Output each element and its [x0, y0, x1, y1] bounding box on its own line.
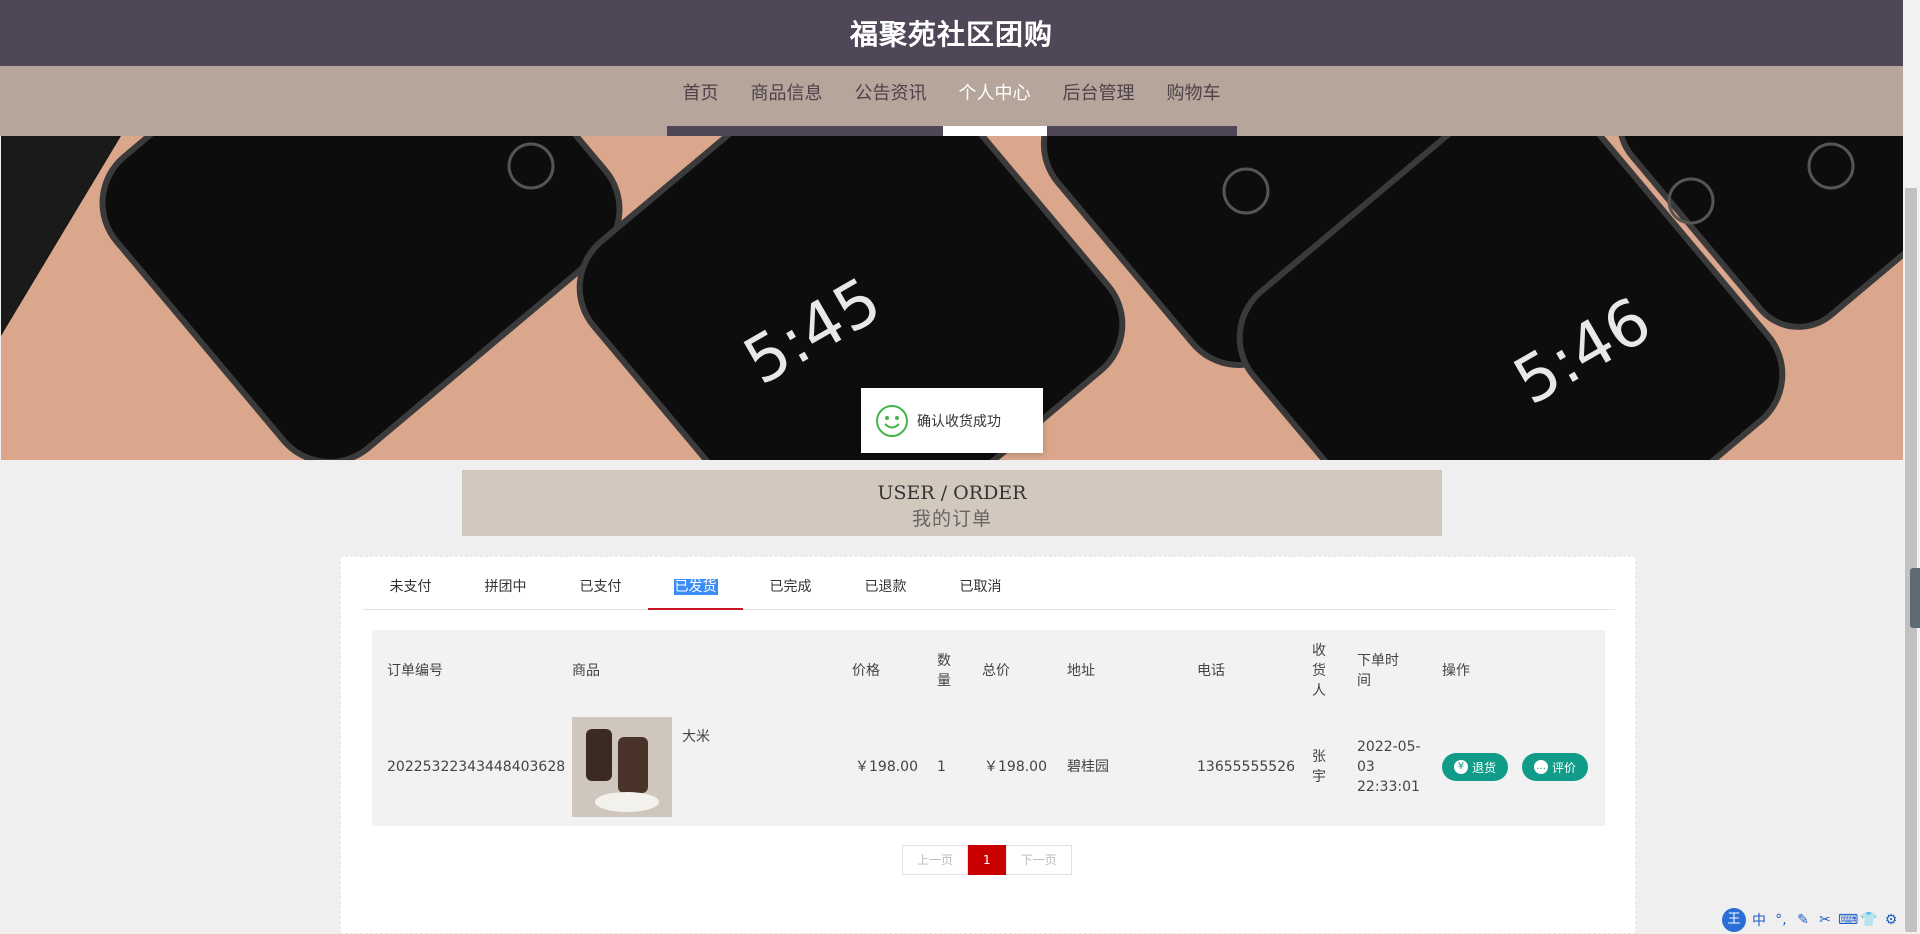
header-phone: 电话	[1197, 663, 1225, 679]
order-time-value: 2022-05-03 22:33:01	[1357, 739, 1421, 795]
price-value: ￥198.00	[855, 759, 918, 775]
product-name[interactable]: 大米	[682, 727, 710, 747]
ime-logo-icon[interactable]: 王	[1722, 908, 1746, 932]
site-title: 福聚苑社区团购	[849, 18, 1053, 51]
product-image[interactable]	[572, 717, 672, 817]
header-total: 总价	[982, 663, 1010, 679]
ime-chinese-icon[interactable]: 中	[1750, 910, 1768, 930]
ime-keyboard-icon[interactable]: ⌨	[1838, 912, 1858, 928]
nav-news[interactable]: 公告资讯	[838, 66, 943, 136]
site-header: 福聚苑社区团购	[0, 0, 1903, 66]
order-title-en: USER / ORDER	[877, 482, 1027, 504]
order-number: 20225322343448403628	[387, 759, 566, 775]
ime-scissors-icon[interactable]: ✂	[1816, 912, 1834, 928]
scrollbar-thumb[interactable]	[1905, 188, 1917, 932]
order-section-header: USER / ORDER 我的订单	[462, 470, 1442, 536]
ime-punctuation-icon[interactable]: °,	[1772, 912, 1790, 928]
header-address: 地址	[1067, 663, 1095, 679]
order-table: 订单编号 商品 价格 数量 总价 地址 电话 收货人 下单时间 操作 20225…	[372, 630, 1605, 826]
header-receiver: 收货人	[1312, 643, 1326, 699]
tab-cancelled[interactable]: 已取消	[933, 565, 1028, 609]
phone-value: 13655555526	[1197, 759, 1295, 775]
prev-page-button[interactable]: 上一页	[902, 845, 969, 875]
tab-shipped-label: 已发货	[673, 579, 718, 595]
ime-pen-icon[interactable]: ✎	[1794, 912, 1812, 928]
receiver-value: 张宇	[1312, 749, 1326, 785]
tab-shipped[interactable]: 已发货	[648, 565, 743, 610]
pagination: 上一页 1 下一页	[902, 845, 1072, 875]
order-title-cn: 我的订单	[911, 508, 992, 530]
address-value: 碧桂园	[1067, 759, 1109, 775]
nav-admin[interactable]: 后台管理	[1046, 66, 1151, 136]
order-card: 未支付 拼团中 已支付 已发货 已完成 已退款 已取消 订单编号 商品 价格 数…	[340, 556, 1636, 934]
refund-button[interactable]: ¥ 退货	[1442, 753, 1508, 781]
page-1-button[interactable]: 1	[968, 845, 1006, 875]
nav-cart[interactable]: 购物车	[1150, 66, 1237, 136]
order-tabs: 未支付 拼团中 已支付 已发货 已完成 已退款 已取消	[363, 565, 1615, 610]
tab-refunded[interactable]: 已退款	[838, 565, 933, 609]
ime-skin-icon[interactable]: 👕	[1860, 912, 1878, 928]
nav-products[interactable]: 商品信息	[734, 66, 839, 136]
nav-user-center[interactable]: 个人中心	[942, 66, 1047, 136]
header-actions: 操作	[1442, 663, 1470, 679]
tab-unpaid[interactable]: 未支付	[363, 565, 458, 609]
tab-paid[interactable]: 已支付	[553, 565, 648, 609]
smile-icon	[876, 404, 908, 437]
nav-home[interactable]: 首页	[666, 66, 735, 136]
yen-icon: ¥	[1453, 760, 1468, 774]
header-qty: 数量	[937, 653, 951, 689]
comment-icon: …	[1533, 760, 1548, 774]
side-panel-handle[interactable]	[1910, 568, 1920, 628]
main-nav: 首页 商品信息 公告资讯 个人中心 后台管理 购物车	[0, 66, 1903, 136]
toast-message: 确认收货成功	[861, 388, 1043, 453]
header-time: 下单时间	[1357, 653, 1399, 689]
qty-value: 1	[937, 759, 946, 775]
total-value: ￥198.00	[984, 759, 1047, 775]
ime-settings-icon[interactable]: ⚙	[1882, 912, 1900, 928]
tab-grouping[interactable]: 拼团中	[458, 565, 553, 609]
review-button[interactable]: … 评价	[1522, 753, 1588, 781]
next-page-button[interactable]: 下一页	[1005, 845, 1072, 875]
header-order-no: 订单编号	[387, 663, 443, 679]
toast-text: 确认收货成功	[917, 413, 1001, 430]
header-product: 商品	[572, 663, 600, 679]
header-price: 价格	[852, 663, 880, 679]
ime-toolbar: 王 中 °, ✎ ✂ ⌨ 👕 ⚙	[1722, 906, 1920, 934]
tab-completed[interactable]: 已完成	[743, 565, 838, 609]
